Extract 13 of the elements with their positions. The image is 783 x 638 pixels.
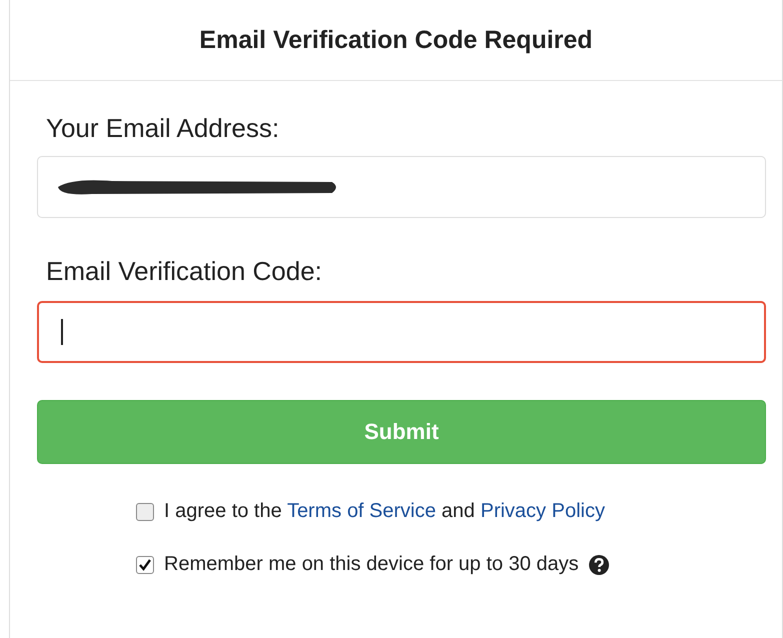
checkbox[interactable] [136, 502, 154, 520]
text-cursor-icon [61, 319, 63, 345]
dialog-title: Email Verification Code Required [199, 26, 593, 54]
field-label: Your Email Address: [46, 113, 280, 144]
policy-link[interactable]: Terms of Service [287, 500, 436, 522]
option-text: I agree to the Terms of Service and Privacy Policy [164, 500, 605, 523]
help-icon[interactable] [588, 554, 609, 574]
checkbox[interactable] [136, 556, 154, 574]
email-field[interactable] [37, 156, 766, 218]
option-text: Remember me on this device for up to 30 days [164, 553, 579, 576]
code-field[interactable] [37, 301, 766, 363]
policy-link[interactable]: Privacy Policy [480, 500, 605, 522]
field-label: Email Verification Code: [46, 256, 322, 287]
